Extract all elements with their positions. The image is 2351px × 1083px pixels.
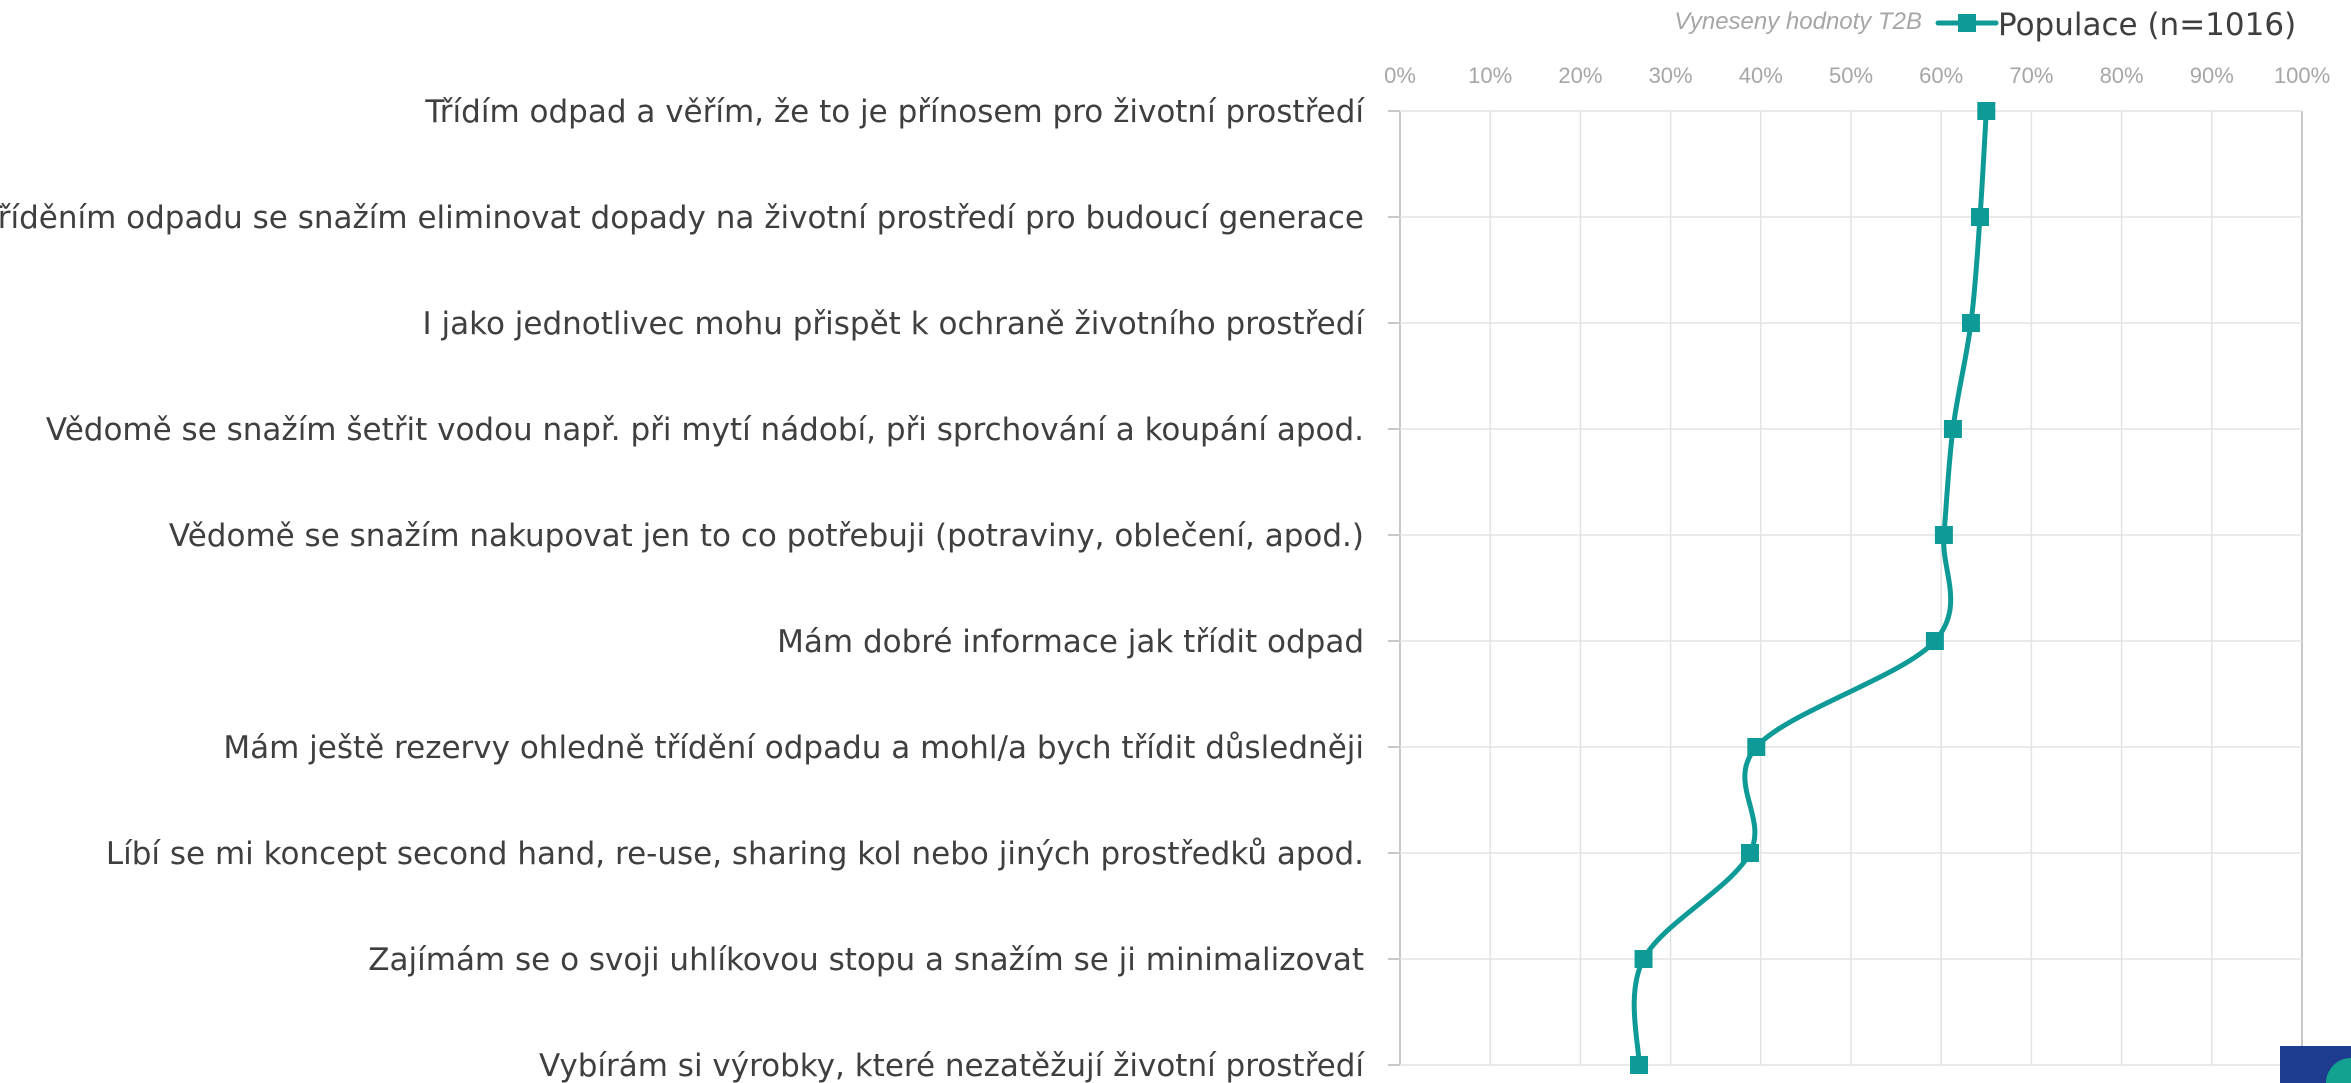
series-line [1631, 108, 1989, 1068]
legend-series-name: Populace (n=1016) [1998, 7, 2296, 43]
x-tick-label: 100% [2274, 63, 2330, 88]
chart-note: Vyneseny hodnoty T2B [1674, 8, 1922, 35]
x-tick-label: 50% [1829, 63, 1873, 88]
category-label: Vědomě se snažím šetřit vodou např. při … [46, 412, 1364, 448]
line-chart: 0% 10% 20% 30% 40% 50% 60% 70% 80% 90% 100% Třídím… [0, 7, 2351, 1083]
x-axis-tick-labels: 0% 10% 20% 30% 40% 50% 60% 70% 80% 90% 100% [1384, 63, 2330, 88]
category-label: Vědomě se snažím nakupovat jen to co pot… [169, 518, 1364, 554]
category-label: Líbí se mi koncept second hand, re-use, … [106, 836, 1364, 872]
data-point-marker [1740, 844, 1759, 862]
data-point-marker [1934, 526, 1953, 544]
category-label: Třídím odpad a věřím, že to je přínosem … [424, 94, 1365, 130]
legend-square-marker-icon [1958, 14, 1976, 32]
data-point-marker [1943, 420, 1962, 438]
x-tick-label: 20% [1558, 63, 1602, 88]
data-point-marker [1970, 208, 1989, 226]
gridlines [1388, 110, 2303, 1066]
data-point-marker [1961, 314, 1980, 332]
data-point-marker [1977, 102, 1996, 120]
data-point-marker [1747, 738, 1766, 756]
category-label: Tříděním odpadu se snažím eliminovat dop… [0, 200, 1364, 236]
corner-logo [2280, 1046, 2351, 1083]
data-point-marker [1925, 632, 1944, 650]
x-tick-label: 30% [1649, 63, 1693, 88]
category-label: Zajímám se o svoji uhlíkovou stopu a sna… [368, 942, 1364, 978]
category-labels: Třídím odpad a věřím, že to je přínosem … [0, 94, 1365, 1083]
category-label: I jako jednotlivec mohu přispět k ochran… [422, 306, 1365, 342]
x-tick-label: 90% [2190, 63, 2234, 88]
x-tick-label: 70% [2009, 63, 2053, 88]
x-tick-label: 80% [2100, 63, 2144, 88]
category-label: Vybírám si výrobky, které nezatěžují živ… [539, 1048, 1365, 1083]
x-tick-label: 0% [1384, 63, 1416, 88]
data-point-marker [1630, 1056, 1649, 1074]
x-tick-label: 10% [1468, 63, 1512, 88]
x-tick-label: 40% [1739, 63, 1783, 88]
legend: Vyneseny hodnoty T2B Populace (n=1016) [1674, 7, 2296, 43]
category-label: Mám ještě rezervy ohledně třídění odpadu… [223, 730, 1364, 766]
category-label: Mám dobré informace jak třídit odpad [777, 624, 1364, 660]
x-tick-label: 60% [1919, 63, 1963, 88]
data-point-marker [1634, 950, 1653, 968]
